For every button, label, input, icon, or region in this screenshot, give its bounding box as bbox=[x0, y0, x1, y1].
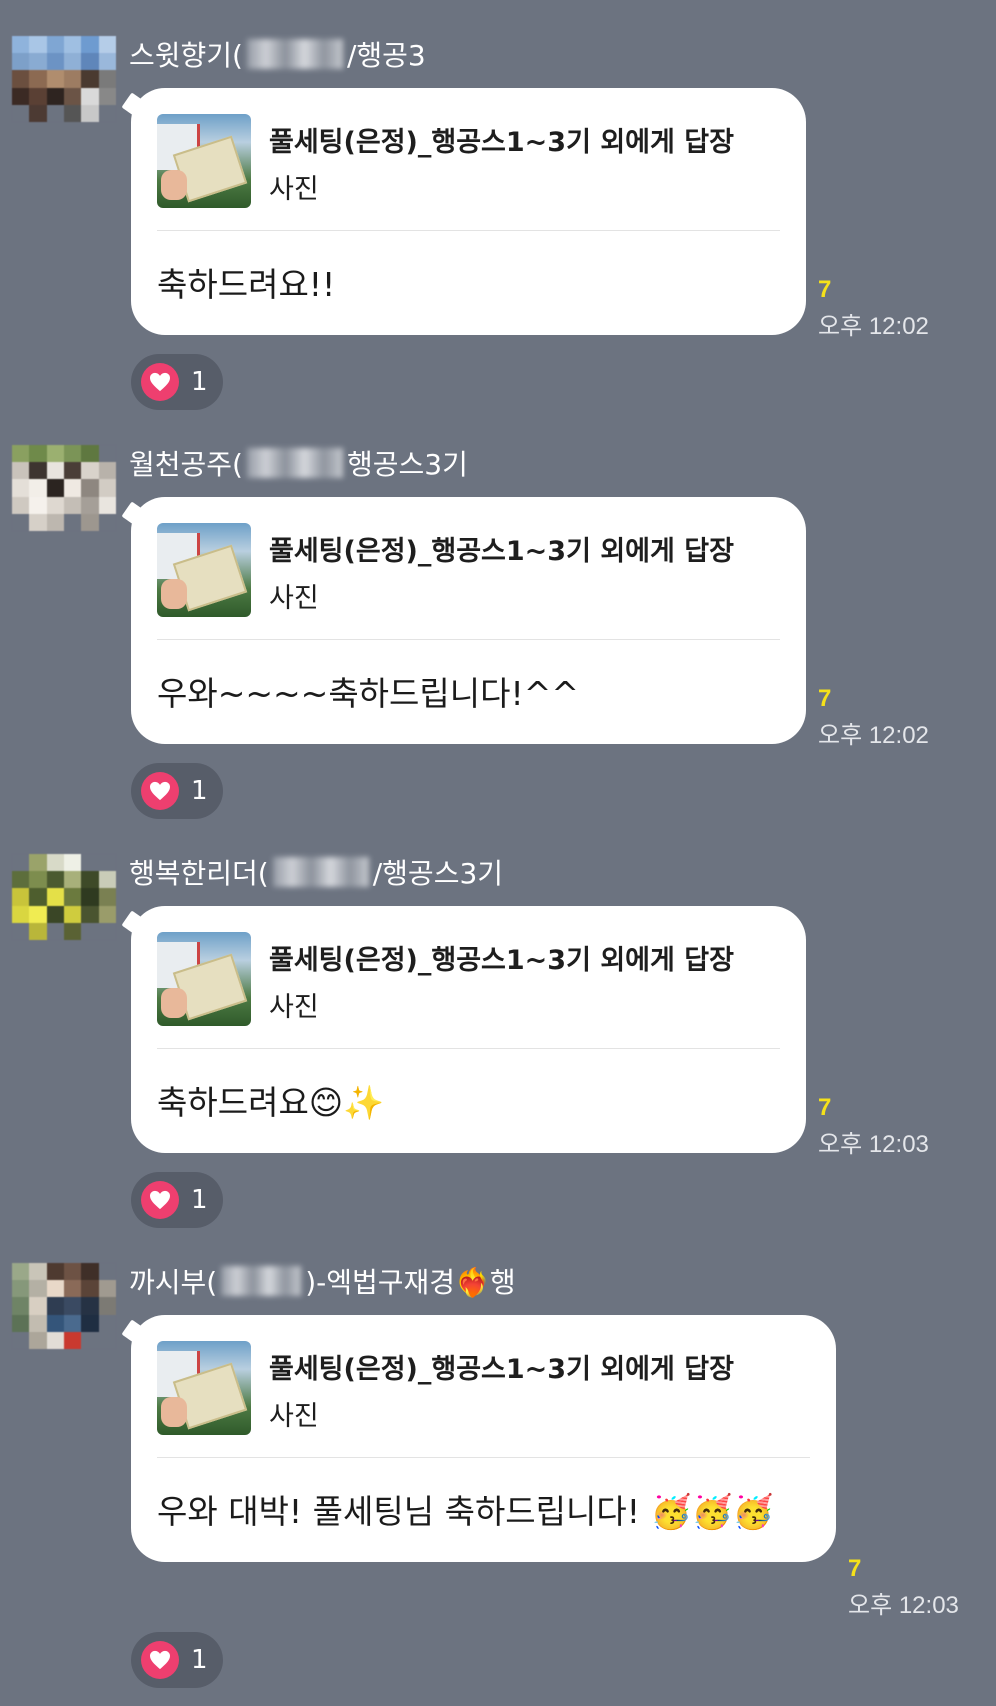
message-text: 우와 대박! 풀세팅님 축하드립니다! 🥳🥳🥳 bbox=[157, 1492, 774, 1531]
heart-icon bbox=[141, 772, 179, 810]
reply-thumbnail[interactable] bbox=[157, 1341, 251, 1435]
sender-name-text: 스윗향기( bbox=[129, 39, 243, 72]
chat-message: 스윗향기( /행공3 풀세팅(은정)_행공스1~3기 외에게 답장 사진 축하드… bbox=[0, 0, 996, 410]
sender-name-text: 월천공주( bbox=[129, 448, 243, 481]
sender-name: 까시부( )-엑법구재경❤️‍🔥행 bbox=[129, 1261, 516, 1301]
sender-name-text: 행복한리더( bbox=[129, 857, 269, 890]
timestamp: 오후 12:02 bbox=[818, 313, 929, 340]
avatar[interactable] bbox=[12, 36, 116, 122]
sender-name-suffix: /행공3 bbox=[346, 39, 426, 72]
reply-preview[interactable]: 풀세팅(은정)_행공스1~3기 외에게 답장 사진 bbox=[157, 932, 780, 1049]
chat-message: 행복한리더( /행공스3기 풀세팅(은정)_행공스1~3기 외에게 답장 사진 … bbox=[0, 818, 996, 1228]
reply-subtitle: 사진 bbox=[269, 1401, 319, 1432]
reply-preview[interactable]: 풀세팅(은정)_행공스1~3기 외에게 답장 사진 bbox=[157, 114, 780, 231]
avatar[interactable] bbox=[12, 445, 116, 531]
message-text: 축하드려요😊✨ bbox=[157, 1083, 385, 1122]
redacted-text bbox=[246, 39, 343, 69]
message-text: 축하드려요!! bbox=[157, 265, 336, 304]
chat-message: 월천공주( 행공스3기 풀세팅(은정)_행공스1~3기 외에게 답장 사진 우와… bbox=[0, 409, 996, 819]
reaction-badge[interactable]: 1 bbox=[131, 763, 223, 819]
reaction-count: 1 bbox=[191, 1645, 208, 1675]
redacted-text bbox=[221, 1266, 302, 1296]
heart-icon bbox=[141, 363, 179, 401]
redacted-text bbox=[272, 857, 369, 887]
sender-name-suffix: )-엑법구재경❤️‍🔥행 bbox=[305, 1266, 516, 1299]
timestamp: 오후 12:02 bbox=[818, 722, 929, 749]
message-bubble[interactable]: 풀세팅(은정)_행공스1~3기 외에게 답장 사진 우와~~~~축하드립니다!^… bbox=[131, 497, 806, 744]
avatar[interactable] bbox=[12, 854, 116, 940]
unread-count: 7 bbox=[818, 1094, 832, 1121]
sender-name-text: 까시부( bbox=[129, 1266, 218, 1299]
reply-preview[interactable]: 풀세팅(은정)_행공스1~3기 외에게 답장 사진 bbox=[157, 1341, 810, 1458]
unread-count: 7 bbox=[818, 276, 832, 303]
message-bubble[interactable]: 풀세팅(은정)_행공스1~3기 외에게 답장 사진 축하드려요😊✨ bbox=[131, 906, 806, 1153]
unread-count: 7 bbox=[848, 1555, 862, 1582]
reply-subtitle: 사진 bbox=[269, 583, 319, 614]
message-bubble[interactable]: 풀세팅(은정)_행공스1~3기 외에게 답장 사진 축하드려요!! bbox=[131, 88, 806, 335]
timestamp: 오후 12:03 bbox=[818, 1131, 929, 1158]
sender-name-suffix: /행공스3기 bbox=[372, 857, 504, 890]
chat-message: 까시부( )-엑법구재경❤️‍🔥행 풀세팅(은정)_행공스1~3기 외에게 답장… bbox=[0, 1227, 996, 1706]
reaction-count: 1 bbox=[191, 776, 208, 806]
avatar[interactable] bbox=[12, 1263, 116, 1349]
reply-title: 풀세팅(은정)_행공스1~3기 외에게 답장 bbox=[269, 945, 734, 976]
reply-thumbnail[interactable] bbox=[157, 114, 251, 208]
reaction-count: 1 bbox=[191, 1185, 208, 1215]
message-text: 우와~~~~축하드립니다!^^ bbox=[157, 674, 580, 713]
reaction-badge[interactable]: 1 bbox=[131, 1172, 223, 1228]
reply-title: 풀세팅(은정)_행공스1~3기 외에게 답장 bbox=[269, 536, 734, 567]
message-meta: 7 오후 12:02 bbox=[818, 276, 929, 341]
reply-thumbnail[interactable] bbox=[157, 932, 251, 1026]
heart-icon bbox=[141, 1181, 179, 1219]
unread-count: 7 bbox=[818, 685, 832, 712]
reply-title: 풀세팅(은정)_행공스1~3기 외에게 답장 bbox=[269, 127, 734, 158]
message-meta: 7 오후 12:02 bbox=[818, 685, 929, 750]
redacted-text bbox=[246, 448, 343, 478]
message-meta: 7 오후 12:03 bbox=[848, 1555, 959, 1620]
message-meta: 7 오후 12:03 bbox=[818, 1094, 929, 1159]
reply-thumbnail[interactable] bbox=[157, 523, 251, 617]
sender-name: 행복한리더( /행공스3기 bbox=[129, 852, 503, 892]
reaction-badge[interactable]: 1 bbox=[131, 354, 223, 410]
message-bubble[interactable]: 풀세팅(은정)_행공스1~3기 외에게 답장 사진 우와 대박! 풀세팅님 축하… bbox=[131, 1315, 836, 1562]
reply-subtitle: 사진 bbox=[269, 174, 319, 205]
timestamp: 오후 12:03 bbox=[848, 1592, 959, 1619]
sender-name: 월천공주( 행공스3기 bbox=[129, 443, 468, 483]
heart-icon bbox=[141, 1641, 179, 1679]
reaction-count: 1 bbox=[191, 367, 208, 397]
sender-name-suffix: 행공스3기 bbox=[346, 448, 468, 481]
reply-title: 풀세팅(은정)_행공스1~3기 외에게 답장 bbox=[269, 1354, 734, 1385]
reply-preview[interactable]: 풀세팅(은정)_행공스1~3기 외에게 답장 사진 bbox=[157, 523, 780, 640]
reply-subtitle: 사진 bbox=[269, 992, 319, 1023]
reaction-badge[interactable]: 1 bbox=[131, 1632, 223, 1688]
sender-name: 스윗향기( /행공3 bbox=[129, 34, 426, 74]
